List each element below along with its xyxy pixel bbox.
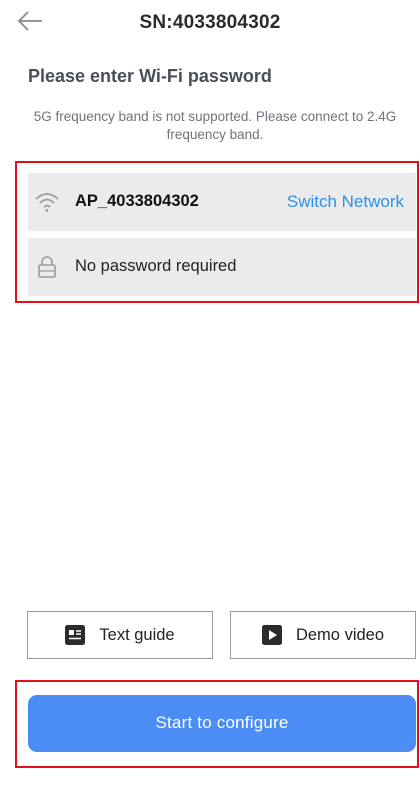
text-guide-button[interactable]: Text guide xyxy=(27,611,213,659)
text-guide-label: Text guide xyxy=(99,625,175,644)
network-row: AP_4033804302 Switch Network xyxy=(28,173,416,231)
password-status: No password required xyxy=(75,257,237,275)
start-configure-button[interactable]: Start to configure xyxy=(28,695,416,752)
password-row[interactable]: No password required xyxy=(28,238,416,296)
document-icon xyxy=(65,625,86,645)
start-configure-label: Start to configure xyxy=(155,713,289,732)
page-title: SN:4033804302 xyxy=(139,12,281,33)
switch-network-link[interactable]: Switch Network xyxy=(287,192,404,212)
section-title: Please enter Wi-Fi password xyxy=(28,66,272,86)
frequency-hint: 5G frequency band is not supported. Plea… xyxy=(33,109,397,142)
network-ssid: AP_4033804302 xyxy=(75,192,199,210)
wifi-icon xyxy=(34,189,60,215)
play-icon xyxy=(261,625,282,645)
demo-video-label: Demo video xyxy=(295,625,385,644)
demo-video-button[interactable]: Demo video xyxy=(230,611,416,659)
lock-icon xyxy=(34,254,60,280)
header-bar: SN:4033804302 xyxy=(0,0,420,50)
